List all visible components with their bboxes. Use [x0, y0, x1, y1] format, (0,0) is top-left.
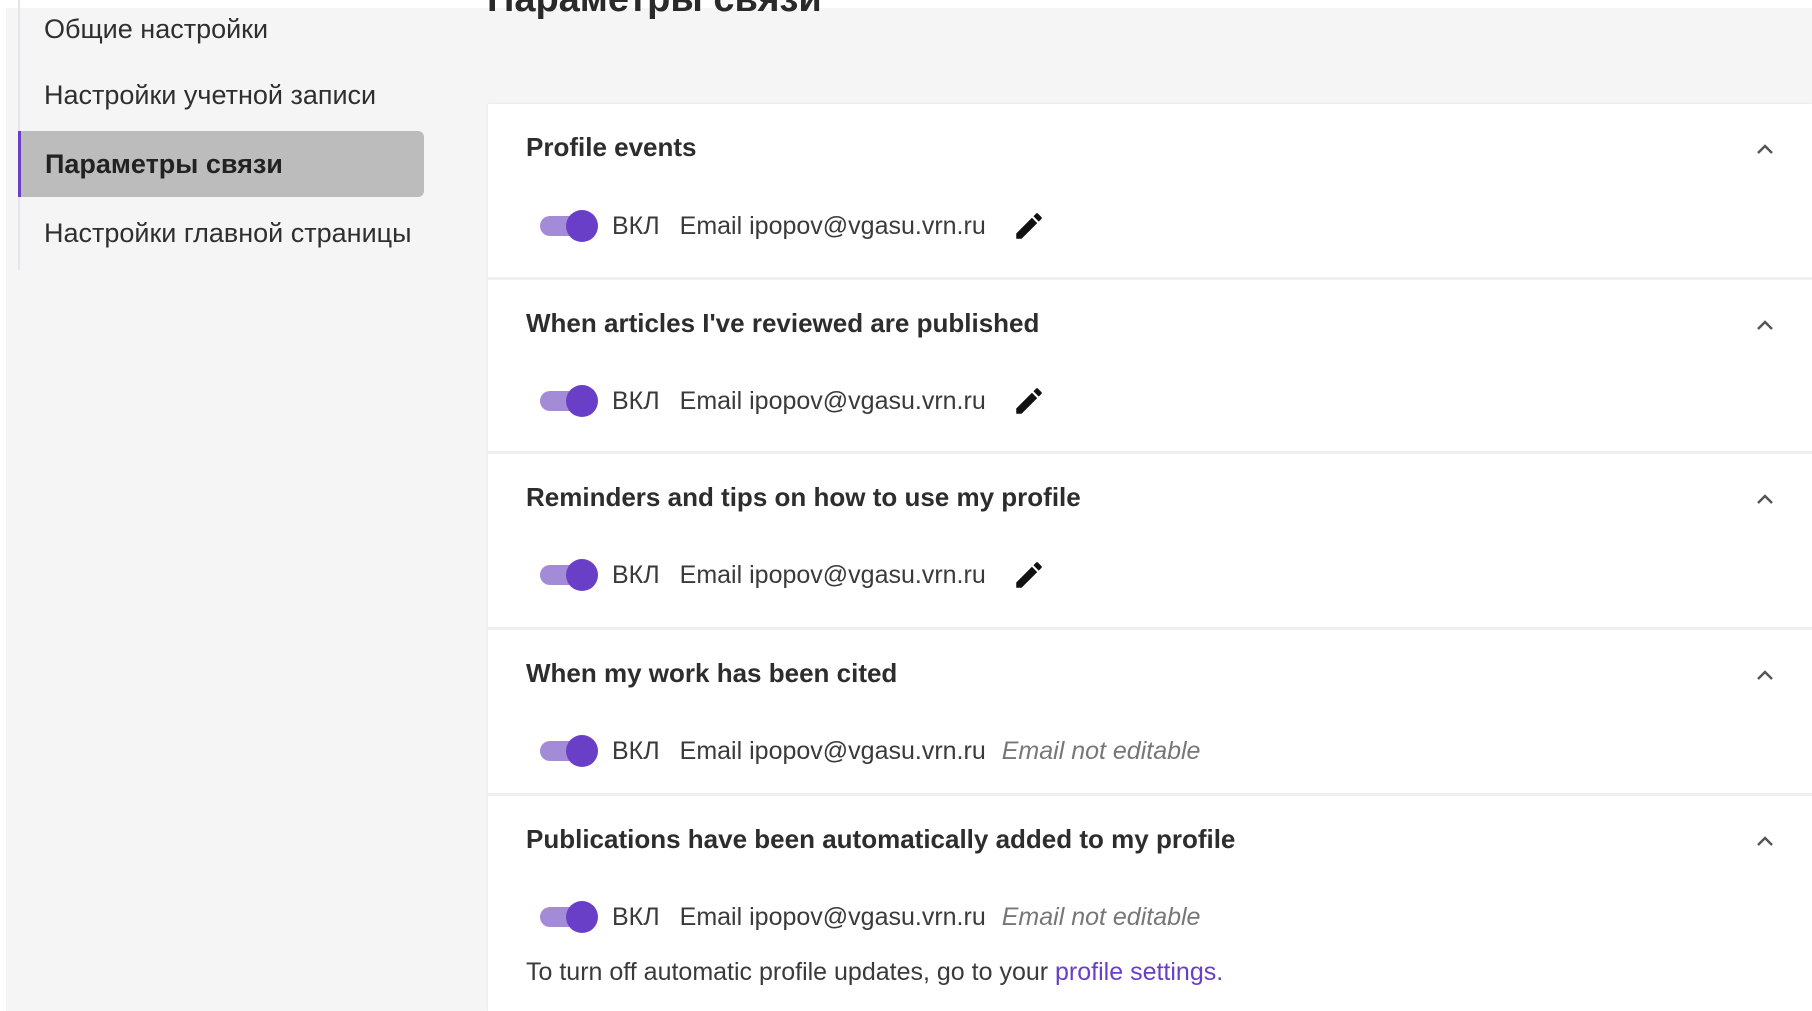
sidebar-item-label: Настройки главной страницы: [44, 217, 412, 248]
profile-settings-link[interactable]: profile settings.: [1055, 958, 1223, 986]
not-editable-note: Email not editable: [1001, 902, 1201, 931]
chevron-up-icon[interactable]: [1754, 830, 1776, 852]
chevron-up-icon[interactable]: [1754, 488, 1776, 510]
chevron-up-icon[interactable]: [1754, 138, 1776, 160]
section-reviewed-published: When articles I've reviewed are publishe…: [488, 280, 1812, 454]
chevron-up-icon[interactable]: [1754, 314, 1776, 336]
section-title: Publications have been automatically add…: [526, 824, 1236, 854]
sidebar-item-account[interactable]: Настройки учетной записи: [20, 62, 426, 128]
notification-row: ВКЛ Email ipopov@vgasu.vrn.ru: [540, 207, 1046, 245]
notification-row: ВКЛ Email ipopov@vgasu.vrn.ru Email not …: [540, 898, 1200, 936]
toggle-state: ВКЛ: [612, 902, 660, 931]
pencil-icon[interactable]: [1012, 558, 1046, 592]
sidebar-item-label: Общие настройки: [44, 13, 269, 44]
page-title: Параметры связи: [487, 0, 822, 21]
on-off-toggle[interactable]: [540, 559, 600, 591]
notification-settings-card: Profile events ВКЛ Email ipopov@vgasu.vr…: [488, 104, 1812, 1011]
toggle-state: ВКЛ: [612, 386, 660, 415]
not-editable-note: Email not editable: [1001, 736, 1201, 765]
sidebar-item-label: Параметры связи: [45, 148, 283, 179]
chevron-up-icon[interactable]: [1754, 664, 1776, 686]
section-work-cited: When my work has been cited ВКЛ Email ip…: [488, 630, 1812, 796]
section-title: When articles I've reviewed are publishe…: [526, 308, 1040, 338]
notification-row: ВКЛ Email ipopov@vgasu.vrn.ru: [540, 382, 1046, 420]
email-address: Email ipopov@vgasu.vrn.ru: [679, 560, 986, 589]
settings-sidebar: Общие настройки Настройки учетной записи…: [18, 0, 430, 270]
toggle-state: ВКЛ: [612, 211, 660, 240]
on-off-toggle[interactable]: [540, 210, 600, 242]
section-title: Reminders and tips on how to use my prof…: [526, 482, 1081, 512]
email-address: Email ipopov@vgasu.vrn.ru: [679, 736, 986, 765]
toggle-state: ВКЛ: [612, 736, 660, 765]
on-off-toggle[interactable]: [540, 901, 600, 933]
section-title: Profile events: [526, 132, 697, 162]
section-reminders-tips: Reminders and tips on how to use my prof…: [488, 454, 1812, 630]
pencil-icon[interactable]: [1012, 209, 1046, 243]
auto-update-footnote: To turn off automatic profile updates, g…: [526, 958, 1223, 987]
sidebar-item-general[interactable]: Общие настройки: [20, 0, 426, 62]
on-off-toggle[interactable]: [540, 385, 600, 417]
sidebar-item-label: Настройки учетной записи: [44, 79, 377, 110]
sidebar-item-communication[interactable]: Параметры связи: [18, 131, 424, 197]
toggle-state: ВКЛ: [612, 560, 660, 589]
section-profile-events: Profile events ВКЛ Email ipopov@vgasu.vr…: [488, 104, 1812, 280]
section-title: When my work has been cited: [526, 658, 898, 688]
footnote-text: To turn off automatic profile updates, g…: [526, 958, 1056, 986]
sidebar-item-homepage[interactable]: Настройки главной страницы: [20, 200, 426, 266]
pencil-icon[interactable]: [1012, 384, 1046, 418]
email-address: Email ipopov@vgasu.vrn.ru: [679, 211, 986, 240]
on-off-toggle[interactable]: [540, 735, 600, 767]
email-address: Email ipopov@vgasu.vrn.ru: [679, 386, 986, 415]
notification-row: ВКЛ Email ipopov@vgasu.vrn.ru Email not …: [540, 732, 1200, 770]
notification-row: ВКЛ Email ipopov@vgasu.vrn.ru: [540, 556, 1046, 594]
email-address: Email ipopov@vgasu.vrn.ru: [679, 902, 986, 931]
